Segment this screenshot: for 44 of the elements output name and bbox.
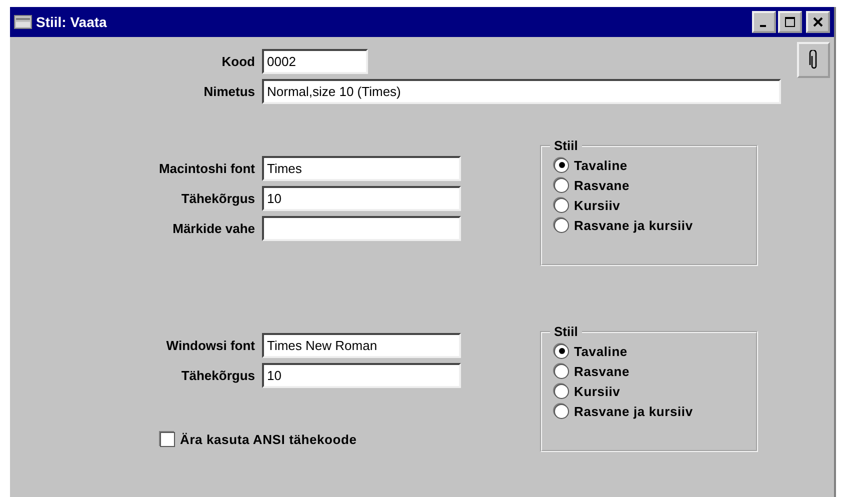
radio-label: Kursiiv xyxy=(574,384,620,398)
maximize-button[interactable] xyxy=(778,11,802,33)
radio-button[interactable] xyxy=(554,364,569,378)
radio-label: Rasvane ja kursiiv xyxy=(574,404,693,418)
text-field[interactable]: 10 xyxy=(262,186,461,211)
radio-button[interactable] xyxy=(554,344,569,358)
group-title: Stiil xyxy=(553,138,579,153)
paperclip-icon xyxy=(808,50,818,70)
radio-button[interactable] xyxy=(554,404,569,418)
radio-button[interactable] xyxy=(554,158,569,172)
field-label: Windowsi font xyxy=(165,338,255,353)
attachment-button[interactable] xyxy=(797,42,830,78)
window-icon xyxy=(14,15,32,29)
text-field[interactable]: 0002 xyxy=(262,49,368,74)
radio-label: Tavaline xyxy=(574,158,628,172)
text-field[interactable]: Times New Roman xyxy=(262,333,461,358)
maximize-icon xyxy=(785,17,795,27)
field-label: Tähekõrgus xyxy=(180,191,255,206)
radio-label: Rasvane xyxy=(574,364,630,378)
checkbox[interactable] xyxy=(160,432,175,447)
field-label: Kood xyxy=(220,54,255,69)
field-label: Nimetus xyxy=(202,84,255,99)
radio-button[interactable] xyxy=(554,384,569,398)
text-field[interactable] xyxy=(262,216,461,241)
radio-label: Rasvane xyxy=(574,178,630,192)
field-label: Macintoshi font xyxy=(158,161,255,176)
close-icon xyxy=(813,17,823,27)
field-label: Märkide vahe xyxy=(172,221,255,236)
text-field[interactable]: Normal,size 10 (Times) xyxy=(262,79,781,104)
text-field[interactable]: Times xyxy=(262,156,461,181)
group-title: Stiil xyxy=(553,324,579,339)
close-button[interactable] xyxy=(806,11,830,33)
window-title: Stiil: Vaata xyxy=(36,14,108,30)
radio-button[interactable] xyxy=(554,178,569,192)
text-field[interactable]: 10 xyxy=(262,363,461,388)
radio-label: Rasvane ja kursiiv xyxy=(574,218,693,232)
minimize-icon xyxy=(760,25,766,27)
minimize-button[interactable] xyxy=(752,11,776,33)
radio-button[interactable] xyxy=(554,198,569,212)
checkbox-label: Ära kasuta ANSI tähekoode xyxy=(180,432,357,447)
radio-button[interactable] xyxy=(554,218,569,232)
radio-label: Kursiiv xyxy=(574,198,620,212)
radio-label: Tavaline xyxy=(574,344,628,358)
field-label: Tähekõrgus xyxy=(180,368,255,383)
